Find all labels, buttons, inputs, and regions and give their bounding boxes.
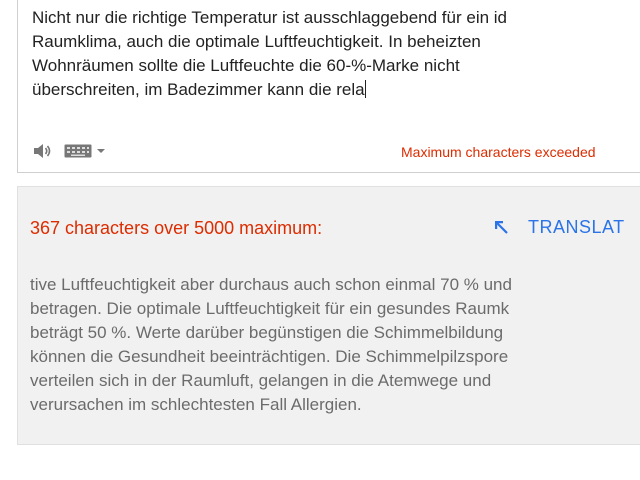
source-text-area[interactable]: Nicht nur die richtige Temperatur ist au… — [17, 0, 640, 173]
max-characters-warning: Maximum characters exceeded — [401, 144, 596, 160]
speaker-icon[interactable] — [32, 142, 52, 160]
input-toolbar — [32, 139, 106, 163]
keyboard-icon[interactable] — [64, 144, 92, 158]
overflow-text: tive Luftfeuchtigkeit aber durchaus auch… — [30, 273, 640, 417]
overflow-line-6: verursachen im schlechtesten Fall Allerg… — [30, 395, 362, 414]
overflow-line-2: betragen. Die optimale Luftfeuchtigkeit … — [30, 299, 510, 318]
characters-over-limit-message: 367 characters over 5000 maximum: — [30, 218, 323, 238]
overflow-line-4: können die Gesundheit beeinträchtigen. D… — [30, 347, 509, 366]
source-line-1: Nicht nur die richtige Temperatur ist au… — [32, 8, 508, 27]
source-line-3: Wohnräumen sollte die Luftfeuchte die 60… — [32, 56, 460, 75]
overflow-line-3: beträgt 50 %. Werte darüber begünstigen … — [30, 323, 504, 342]
translation-output-panel: 367 characters over 5000 maximum: TRANSL… — [17, 186, 640, 445]
source-line-2: Raumklima, auch die optimale Luftfeuchti… — [32, 32, 481, 51]
text-caret — [364, 80, 366, 98]
source-text[interactable]: Nicht nur die richtige Temperatur ist au… — [32, 6, 640, 102]
overflow-line-5: verteilen sich in der Raumluft, gelangen… — [30, 371, 492, 390]
overflow-line-1: tive Luftfeuchtigkeit aber durchaus auch… — [30, 275, 512, 294]
translate-button-label: TRANSLAT — [528, 217, 625, 237]
arrow-up-left-icon — [495, 220, 508, 234]
source-line-4: überschreiten, im Badezimmer kann die re… — [32, 80, 365, 99]
translate-button[interactable]: TRANSLAT — [492, 217, 625, 238]
dropdown-arrow-icon[interactable] — [96, 146, 106, 156]
